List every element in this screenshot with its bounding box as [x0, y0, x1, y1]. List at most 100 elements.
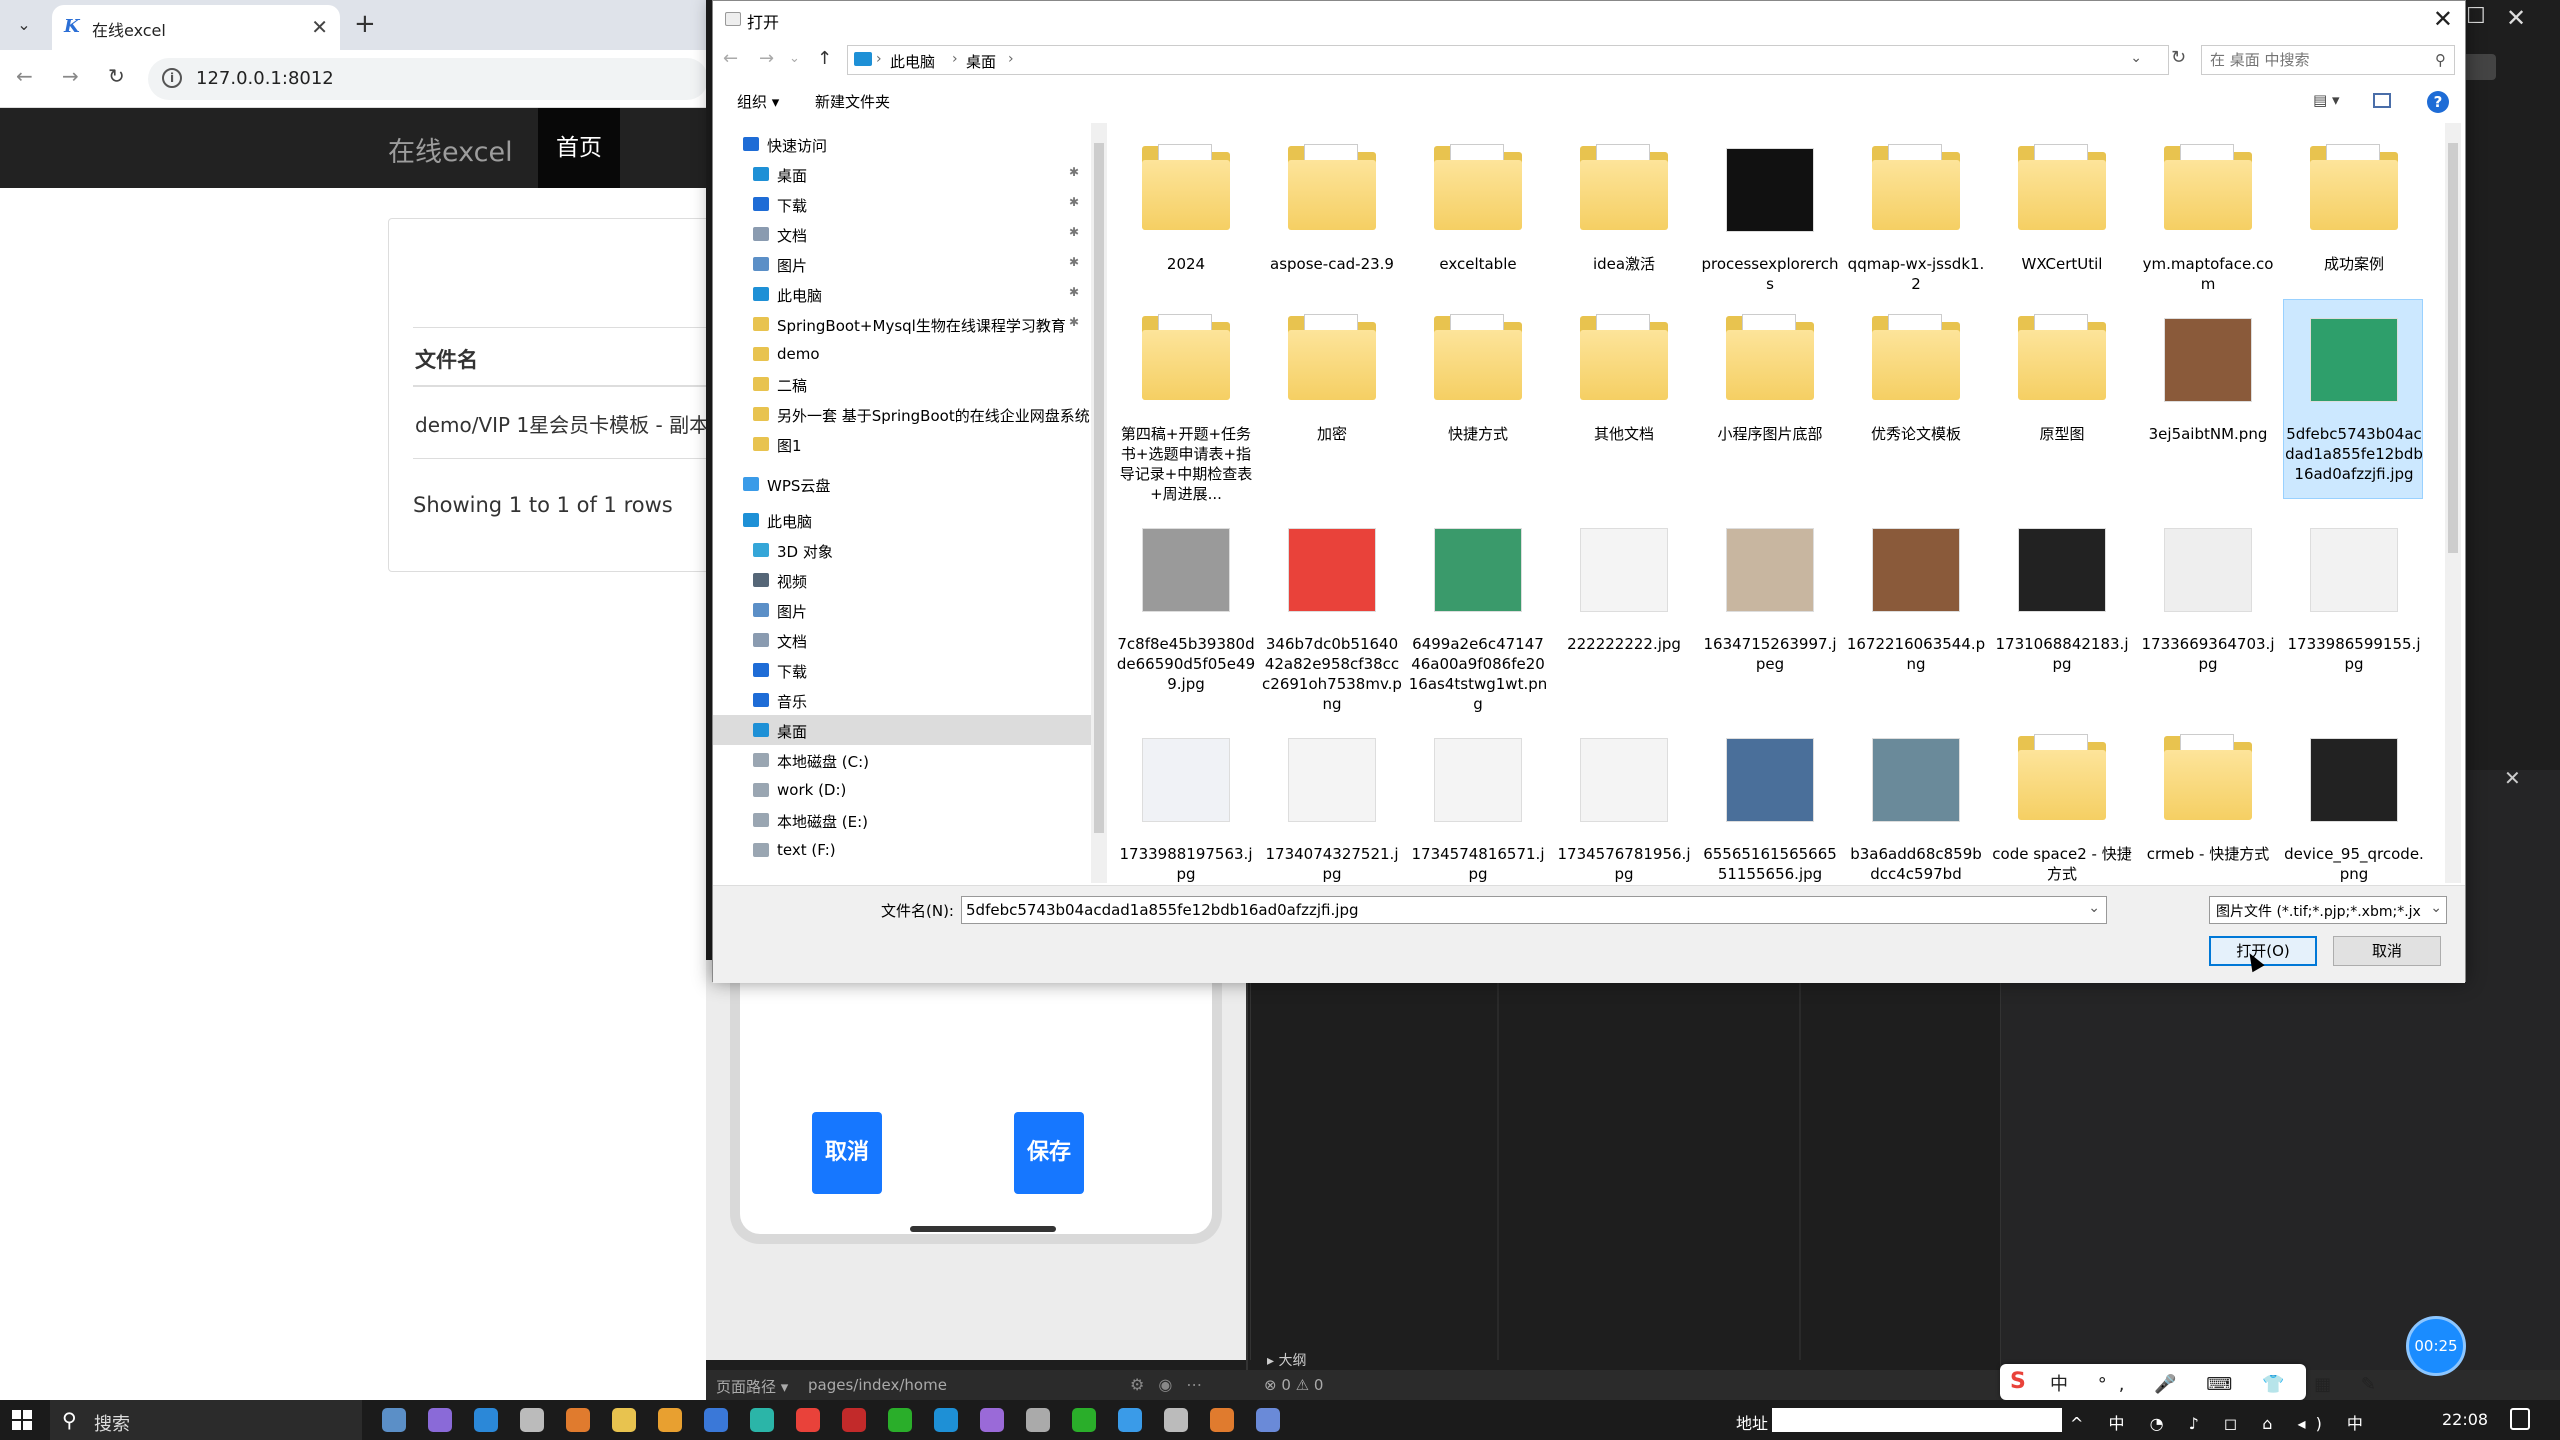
folder-item[interactable]: 原型图: [1991, 299, 2131, 499]
pin-icon[interactable]: ✱: [1069, 285, 1079, 299]
folder-item[interactable]: code space2 - 快捷方式: [1991, 719, 2132, 883]
folder-item[interactable]: crmeb - 快捷方式: [2137, 719, 2277, 883]
pin-icon[interactable]: ✱: [1069, 315, 1079, 329]
taskbar-app-icon[interactable]: [382, 1408, 406, 1432]
taskbar-app-icon[interactable]: [1118, 1408, 1142, 1432]
nav-item[interactable]: 本地磁盘 (C:): [713, 745, 1093, 775]
taskbar-app-icon[interactable]: [1164, 1408, 1188, 1432]
file-item[interactable]: 7c8f8e45b39380dde66590d5f05e499.jpg: [1115, 509, 1255, 709]
system-tray[interactable]: ^ 中 ◔ ♪ ◻ ⌂ ◂) 中: [2070, 1410, 2373, 1434]
taskbar-app-icon[interactable]: [566, 1408, 590, 1432]
page-path-label[interactable]: 页面路径 ▾: [716, 1376, 788, 1397]
folder-item[interactable]: 加密: [1261, 299, 1401, 499]
nav-item[interactable]: 图1: [713, 429, 1093, 459]
open-button[interactable]: 打开(O): [2209, 936, 2317, 966]
nav-item[interactable]: 下载 ✱: [713, 189, 1093, 219]
dialog-close-icon[interactable]: ✕: [2433, 5, 2453, 33]
file-grid-scrollbar[interactable]: [2445, 123, 2461, 883]
navigation-scrollbar[interactable]: [1091, 123, 1107, 883]
nav-item[interactable]: SpringBoot+Mysql生物在线课程学习教育 ✱: [713, 309, 1093, 339]
status-icons[interactable]: ⚙◉⋯: [1130, 1375, 1216, 1394]
taskbar-app-icon[interactable]: [842, 1408, 866, 1432]
refresh-icon[interactable]: ↻: [2171, 47, 2186, 68]
taskbar-app-icon[interactable]: [1072, 1408, 1096, 1432]
back-icon[interactable]: ←: [723, 48, 738, 69]
filename-field[interactable]: ⌄: [961, 896, 2107, 924]
pin-icon[interactable]: ✱: [1069, 165, 1079, 179]
pin-icon[interactable]: ✱: [1069, 225, 1079, 239]
file-item[interactable]: 1734576781956.jpg: [1553, 719, 1693, 883]
file-item[interactable]: 1734574816571.jpg: [1407, 719, 1547, 883]
file-item[interactable]: 6499a2e6c4714746a00a9f086fe2016as4tstwg1…: [1407, 509, 1547, 713]
browser-tab[interactable]: K 在线excel ✕: [52, 5, 340, 50]
nav-item[interactable]: 图片 ✱: [713, 249, 1093, 279]
breadcrumb[interactable]: › 此电脑 › 桌面 › ⌄: [847, 45, 2169, 75]
taskbar-app-icon[interactable]: [704, 1408, 728, 1432]
pane-divider[interactable]: [1246, 960, 1248, 1380]
preview-cancel-button[interactable]: 取消: [812, 1112, 882, 1194]
ime-logo-icon[interactable]: S: [2010, 1370, 2034, 1394]
help-icon[interactable]: ?: [2427, 91, 2449, 113]
up-folder-icon[interactable]: ↑: [817, 48, 832, 69]
taskbar-app-icon[interactable]: [888, 1408, 912, 1432]
timer-bubble[interactable]: 00:25: [2406, 1316, 2466, 1376]
scrollbar-thumb[interactable]: [2448, 143, 2458, 553]
ime-options[interactable]: 中 °, 🎤 ⌨ 👕 ▦ ✎: [2050, 1370, 2388, 1396]
taskbar-app-icon[interactable]: [1256, 1408, 1280, 1432]
folder-item[interactable]: 快捷方式: [1407, 299, 1547, 499]
close-tab-icon[interactable]: ✕: [311, 15, 328, 39]
chevron-down-icon[interactable]: ⌄: [2430, 900, 2442, 916]
folder-item[interactable]: 小程序图片底部: [1699, 299, 1839, 499]
taskbar-app-icon[interactable]: [796, 1408, 820, 1432]
file-item[interactable]: b3a6add68c859bdcc4c597bd: [1845, 719, 1985, 883]
taskbar-app-icon[interactable]: [1026, 1408, 1050, 1432]
folder-item[interactable]: 优秀论文模板: [1845, 299, 1985, 499]
nav-item[interactable]: 文档 ✱: [713, 219, 1093, 249]
search-icon[interactable]: ⚲: [2435, 51, 2446, 69]
taskbar-app-icon[interactable]: [658, 1408, 682, 1432]
reload-icon[interactable]: ↻: [108, 64, 125, 88]
file-item[interactable]: 1733669364703.jpg: [2137, 509, 2277, 709]
chevron-right-icon[interactable]: ›: [876, 51, 882, 67]
cancel-button[interactable]: 取消: [2333, 936, 2441, 966]
file-item[interactable]: 6556516156566551155656.jpg: [1699, 719, 1839, 883]
nav-item[interactable]: 3D 对象: [713, 535, 1093, 565]
view-options-icon[interactable]: ▤ ▾: [2313, 91, 2339, 109]
nav-item[interactable]: 下载: [713, 655, 1093, 685]
notification-icon[interactable]: [2510, 1408, 2530, 1430]
file-item[interactable]: 5dfebc5743b04acdad1a855fe12bdb16ad0afzzj…: [2283, 299, 2423, 499]
search-input[interactable]: [2210, 50, 2420, 70]
file-item[interactable]: 1733986599155.jpg: [2283, 509, 2423, 709]
taskbar-app-icon[interactable]: [1210, 1408, 1234, 1432]
pin-icon[interactable]: ✱: [1069, 255, 1079, 269]
taskbar-app-icon[interactable]: [934, 1408, 958, 1432]
file-type-select[interactable]: 图片文件 (*.tif;*.pjp;*.xbm;*.jx ⌄: [2209, 896, 2447, 924]
nav-item[interactable]: 音乐: [713, 685, 1093, 715]
nav-item[interactable]: 二稿: [713, 369, 1093, 399]
taskbar-app-icon[interactable]: [428, 1408, 452, 1432]
nav-item[interactable]: 此电脑: [713, 505, 1093, 535]
nav-home-link[interactable]: 首页: [538, 108, 620, 188]
pin-icon[interactable]: ✱: [1069, 195, 1079, 209]
taskbar-app-icon[interactable]: [980, 1408, 1004, 1432]
column-header-filename[interactable]: 文件名: [415, 344, 478, 374]
folder-item[interactable]: 第四稿+开题+任务书+选题申请表+指导记录+中期检查表+周进展...: [1115, 299, 1255, 503]
dialog-titlebar[interactable]: 打开 ✕: [713, 1, 2465, 39]
outline-label[interactable]: ▸ 大纲: [1267, 1350, 1306, 1370]
maximize-icon[interactable]: ☐: [2466, 4, 2486, 29]
url-field[interactable]: i 127.0.0.1:8012: [148, 58, 708, 100]
nav-item[interactable]: 快速访问: [713, 129, 1093, 159]
chevron-down-icon[interactable]: ⌄: [2130, 50, 2142, 66]
nav-item[interactable]: 桌面 ✱: [713, 159, 1093, 189]
nav-item[interactable]: 此电脑 ✱: [713, 279, 1093, 309]
nav-item[interactable]: WPS云盘: [713, 469, 1093, 499]
forward-icon[interactable]: →: [759, 48, 774, 69]
file-item[interactable]: 1672216063544.png: [1845, 509, 1985, 709]
nav-item[interactable]: text (F:): [713, 835, 1093, 865]
organize-menu[interactable]: 组织 ▾: [737, 91, 779, 112]
taskbar-app-icon[interactable]: [520, 1408, 544, 1432]
preview-save-button[interactable]: 保存: [1014, 1112, 1084, 1194]
taskbar-search[interactable]: ⚲ 搜索: [50, 1400, 362, 1440]
file-item[interactable]: 1734074327521.jpg: [1261, 719, 1401, 883]
new-tab-button[interactable]: +: [354, 10, 376, 38]
